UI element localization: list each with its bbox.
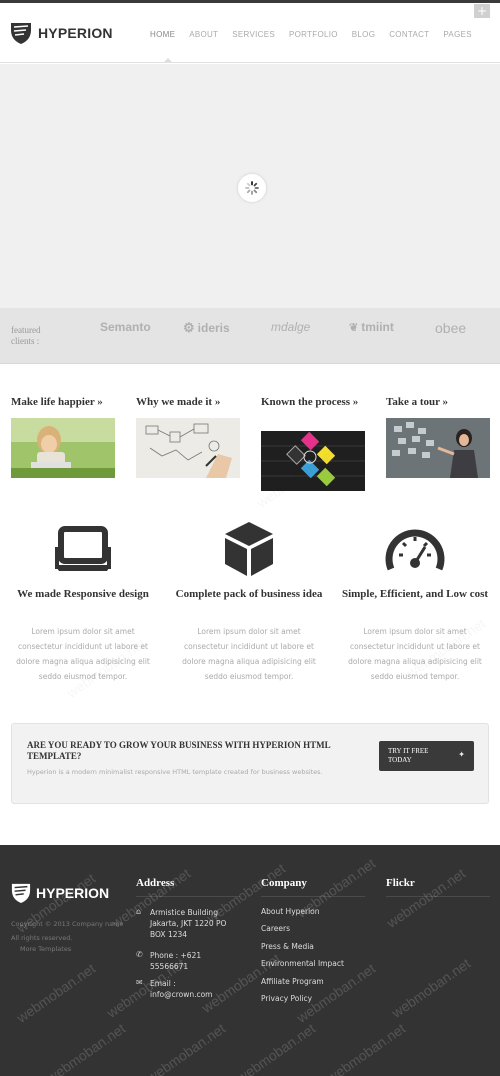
- flickr-heading: Flickr: [386, 877, 490, 897]
- envelope-icon: ✉: [136, 978, 143, 987]
- featured-clients-bar: featured clients : Semanto ⚙ ideris mdalg…: [0, 308, 500, 364]
- feature-card-3: Known the process »: [261, 396, 365, 491]
- nav-pages[interactable]: PAGES: [443, 30, 471, 39]
- service-business-pack: Complete pack of business idea Lorem ips…: [174, 520, 324, 684]
- sparkle-icon: ✦: [458, 750, 465, 759]
- footer-logo[interactable]: HYPERION: [11, 882, 109, 904]
- watermark-text: webmoban.net: [233, 1020, 319, 1076]
- watermark-text: webmoban.net: [383, 865, 469, 931]
- cube-icon: [174, 520, 324, 578]
- cta-description: Hyperion is a modern minimalist responsi…: [27, 768, 323, 776]
- service-responsive: We made Responsive design Lorem ipsum do…: [8, 520, 158, 684]
- footer-logo-text: HYPERION: [36, 885, 110, 901]
- footer-link-affiliate[interactable]: Affiliate Program: [261, 977, 324, 986]
- try-it-free-button[interactable]: TRY IT FREE TODAY ✦: [379, 741, 474, 771]
- feature-image-process-board[interactable]: [261, 431, 365, 491]
- cta-button-label: TRY IT FREE TODAY: [388, 747, 429, 764]
- watermark-text: webmoban.net: [43, 1020, 129, 1076]
- footer-link-press[interactable]: Press & Media: [261, 942, 314, 951]
- laptop-icon: [8, 520, 158, 578]
- feature-image-woman-laptop[interactable]: [11, 418, 115, 478]
- feature-title-link[interactable]: Make life happier »: [11, 396, 115, 418]
- service-description: Lorem ipsum dolor sit amet consectetur i…: [348, 627, 482, 681]
- shield-logo-icon: [11, 883, 31, 903]
- copyright-text: Copyright © 2013 Company name All rights…: [11, 920, 124, 942]
- leaf-icon: ❦: [349, 321, 359, 334]
- home-icon: ⌂: [136, 907, 142, 916]
- hero-slider: [0, 64, 500, 308]
- phone-item: ✆ Phone : +621 55566671: [136, 950, 202, 971]
- service-description: Lorem ipsum dolor sit amet consectetur i…: [182, 627, 316, 681]
- watermark-text: webmoban.net: [323, 1020, 409, 1076]
- nav-home[interactable]: HOME: [150, 30, 175, 39]
- feature-image-sketch-hand[interactable]: [136, 418, 240, 478]
- service-title: Simple, Efficient, and Low cost: [341, 588, 489, 600]
- main-nav: HOME ABOUT SERVICES PORTFOLIO BLOG CONTA…: [150, 30, 486, 39]
- footer-link-environmental[interactable]: Environmental Impact: [261, 959, 344, 968]
- client-logo-mdalge[interactable]: mdalge: [271, 320, 310, 334]
- shield-logo-icon: [11, 23, 31, 44]
- feature-card-2: Why we made it »: [136, 396, 240, 478]
- footer-link-about[interactable]: About Hyperion: [261, 907, 320, 916]
- service-title: Complete pack of business idea: [175, 588, 323, 600]
- watermark-text: webmoban.net: [388, 955, 474, 1021]
- phone-icon: ✆: [136, 950, 143, 959]
- feature-card-1: Make life happier »: [11, 396, 115, 478]
- service-low-cost: Simple, Efficient, and Low cost Lorem ip…: [340, 520, 490, 684]
- address-heading: Address: [136, 877, 240, 897]
- company-heading: Company: [261, 877, 365, 897]
- logo-text: HYPERION: [38, 25, 113, 41]
- more-templates-link[interactable]: More Templates: [20, 945, 71, 953]
- watermark-text: webmoban.net: [293, 960, 379, 1026]
- expand-tab-button[interactable]: +: [474, 4, 490, 18]
- nav-blog[interactable]: BLOG: [352, 30, 375, 39]
- feature-image-woman-screens[interactable]: [386, 418, 490, 478]
- site-header: HYPERION HOME ABOUT SERVICES PORTFOLIO B…: [0, 3, 500, 63]
- nav-services[interactable]: SERVICES: [232, 30, 275, 39]
- call-to-action-box: ARE YOU READY TO GROW YOUR BUSINESS WITH…: [11, 723, 489, 804]
- featured-clients-label: featured clients :: [11, 325, 41, 346]
- nav-portfolio[interactable]: PORTFOLIO: [289, 30, 338, 39]
- client-logo-tmiint[interactable]: ❦ tmiint: [349, 320, 394, 334]
- address-item: ⌂ Armistice Building Jakarta, JKT 1220 P…: [136, 907, 227, 939]
- feature-title-link[interactable]: Why we made it »: [136, 396, 240, 418]
- cta-title: ARE YOU READY TO GROW YOUR BUSINESS WITH…: [27, 740, 331, 761]
- watermark-text: webmoban.net: [143, 1020, 229, 1076]
- service-title: We made Responsive design: [17, 588, 149, 600]
- footer-link-careers[interactable]: Careers: [261, 924, 290, 933]
- feature-title-link[interactable]: Known the process »: [261, 396, 365, 418]
- nav-contact[interactable]: CONTACT: [389, 30, 429, 39]
- client-logo-obee[interactable]: obee: [435, 320, 466, 336]
- loading-spinner-icon: [238, 174, 266, 202]
- feature-title-link[interactable]: Take a tour »: [386, 396, 490, 418]
- feature-card-4: Take a tour »: [386, 396, 490, 478]
- site-logo[interactable]: HYPERION: [10, 21, 113, 45]
- service-description: Lorem ipsum dolor sit amet consectetur i…: [16, 627, 150, 681]
- gauge-icon: [340, 520, 490, 578]
- nav-about[interactable]: ABOUT: [189, 30, 218, 39]
- client-logo-semanto[interactable]: Semanto: [100, 320, 151, 334]
- gear-icon: ⚙: [183, 320, 195, 335]
- footer-link-privacy[interactable]: Privacy Policy: [261, 994, 312, 1003]
- watermark-text: webmoban.net: [13, 960, 99, 1026]
- email-item[interactable]: ✉ Email : info@crown.com: [136, 978, 230, 1000]
- client-logo-ideris[interactable]: ⚙ ideris: [183, 320, 230, 336]
- site-footer: HYPERION Copyright © 2013 Company name A…: [0, 845, 500, 1076]
- active-nav-indicator: [164, 58, 172, 62]
